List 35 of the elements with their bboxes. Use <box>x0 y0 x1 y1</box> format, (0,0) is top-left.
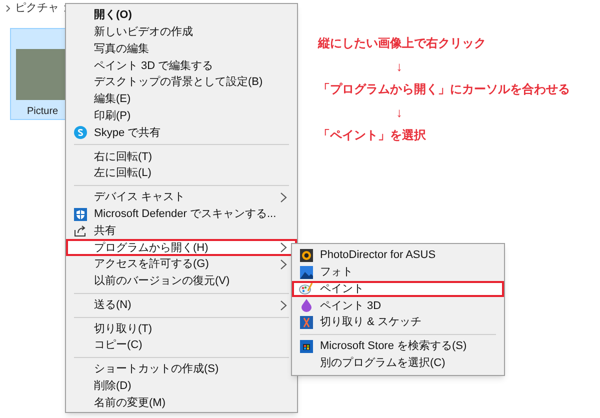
menu-item[interactable]: 削除(D) <box>66 378 297 395</box>
instruction-text: 「ペイント」を選択 <box>318 127 427 144</box>
menu-item[interactable]: 別のプログラムを選択(C) <box>292 354 504 372</box>
chevron-right-icon <box>280 242 287 254</box>
instruction-text: 「プログラムから開く」にカーソルを合わせる <box>318 81 570 98</box>
down-arrow: ↓ <box>396 104 404 122</box>
skype-icon <box>74 126 86 140</box>
instruction-text: 縦にしたい画像上で右クリック <box>318 35 487 52</box>
menu-item[interactable]: 切り取り & スケッチ <box>292 314 504 331</box>
menu-item[interactable]: プログラムから開く(H) <box>66 239 297 256</box>
share-icon <box>74 224 86 237</box>
menu-item[interactable]: 開く(O) <box>66 7 297 24</box>
scissors-icon <box>300 316 312 330</box>
menu-item[interactable]: 右に回転(T) <box>66 148 297 166</box>
camera-lens-icon <box>300 248 312 262</box>
menu-item[interactable]: Microsoft Defender でスキャンする... <box>66 206 297 223</box>
shield-icon <box>74 208 86 221</box>
menu-item[interactable]: Microsoft Store を検索する(S) <box>292 338 504 355</box>
menu-item[interactable]: 左に回転(L) <box>66 165 297 182</box>
chevron-right-icon <box>280 259 287 270</box>
menu-item[interactable]: 共有 <box>66 222 297 240</box>
menu-item[interactable]: 名前の変更(M) <box>66 394 297 412</box>
file-name: Picture <box>27 105 58 119</box>
menu-item[interactable]: デバイス キャスト <box>66 188 297 206</box>
palette-icon <box>299 282 313 296</box>
breadcrumb-item[interactable]: ピクチャ <box>15 0 59 16</box>
chevron-right-icon <box>280 192 287 203</box>
menu-item[interactable]: ペイント <box>292 280 504 298</box>
chevron-right-icon <box>280 300 287 311</box>
down-arrow: ↓ <box>396 58 404 76</box>
paint-drop-icon <box>300 299 312 312</box>
menu-item[interactable]: Skype で共有 <box>66 124 297 142</box>
mountain-picture-icon <box>300 266 312 279</box>
shopping-bag-icon <box>300 340 312 353</box>
chevron-right-icon <box>6 4 10 12</box>
